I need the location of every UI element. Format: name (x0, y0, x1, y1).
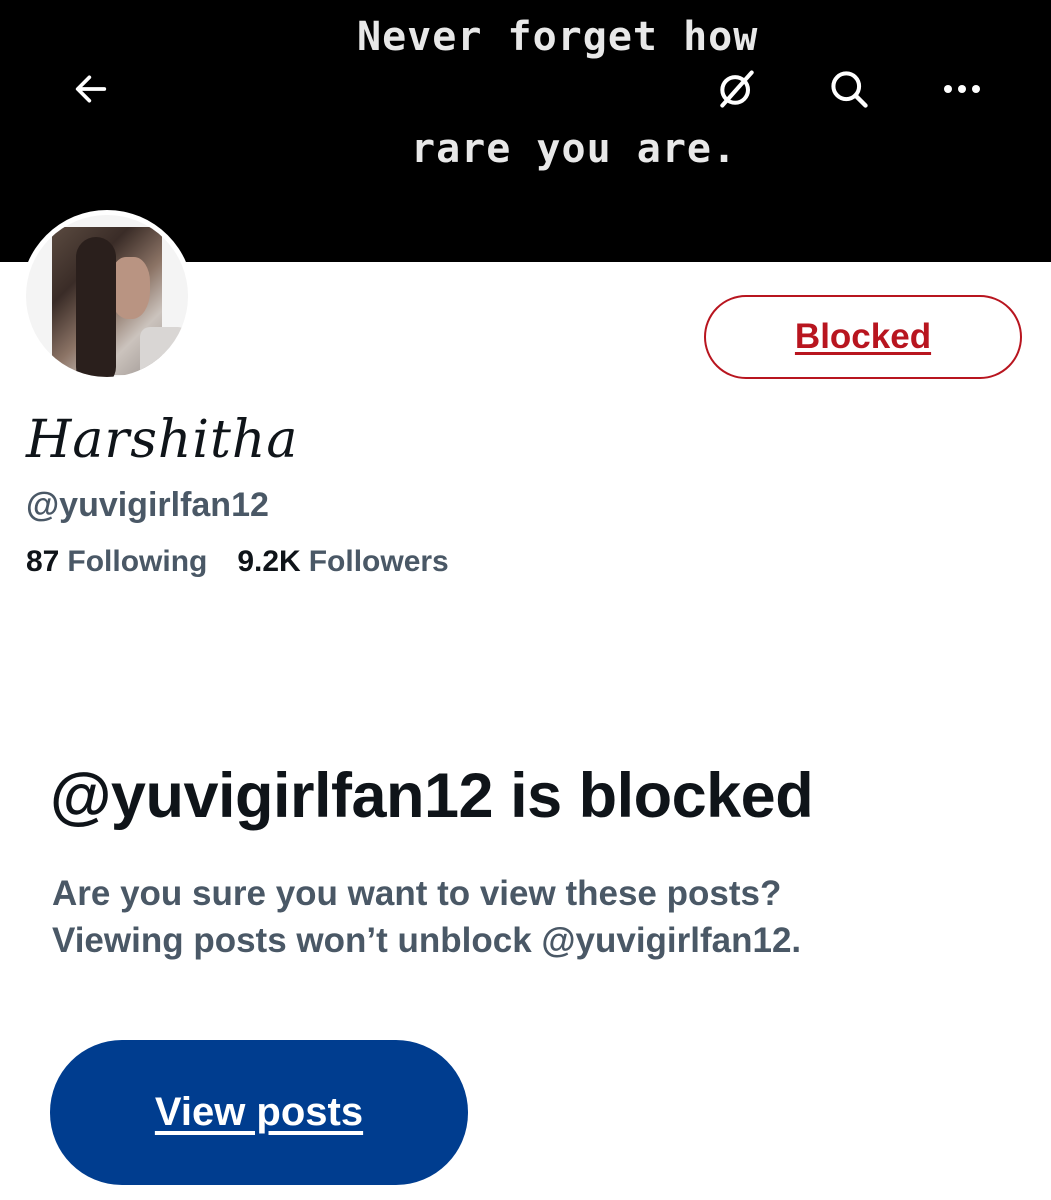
followers-label: Followers (308, 545, 449, 578)
more-options-button[interactable] (927, 54, 997, 124)
avatar-hair-shape (76, 237, 116, 377)
avatar-shirt-shape (140, 327, 188, 377)
profile-handle: @yuvigirlfan12 (26, 486, 269, 524)
view-posts-button[interactable]: View posts (50, 1040, 468, 1185)
profile-stats: 87 Following 9.2K Followers (26, 545, 449, 579)
profile-display-name: Harshitha (26, 410, 299, 470)
blocked-notice-line-2: Viewing posts won’t unblock @yuvigirlfan… (52, 921, 802, 960)
blocked-notice-line-1: Are you sure you want to view these post… (52, 874, 782, 913)
back-button[interactable] (56, 54, 126, 124)
avatar-face-shape (110, 257, 150, 319)
avatar[interactable] (26, 215, 188, 377)
banner-quote-line-1: Never forget how (357, 14, 759, 60)
more-icon (944, 85, 980, 93)
blocked-notice-title: @yuvigirlfan12 is blocked (50, 761, 814, 831)
following-stat[interactable]: 87 Following (26, 545, 207, 579)
grok-icon (720, 70, 754, 108)
arrow-left-icon (75, 75, 107, 103)
avatar-photo (52, 227, 188, 377)
profile-banner[interactable]: Never forget how rare you are. (0, 0, 1051, 262)
search-button[interactable] (814, 54, 884, 124)
grok-button[interactable] (702, 54, 772, 124)
search-icon (831, 71, 868, 108)
followers-count: 9.2K (237, 545, 301, 578)
blocked-button[interactable]: Blocked (704, 295, 1022, 379)
banner-quote-line-2: rare you are. (411, 126, 738, 172)
followers-stat[interactable]: 9.2K Followers (237, 545, 448, 579)
following-label: Following (67, 545, 208, 578)
following-count: 87 (26, 545, 60, 578)
blocked-notice-text: Are you sure you want to view these post… (52, 870, 801, 964)
